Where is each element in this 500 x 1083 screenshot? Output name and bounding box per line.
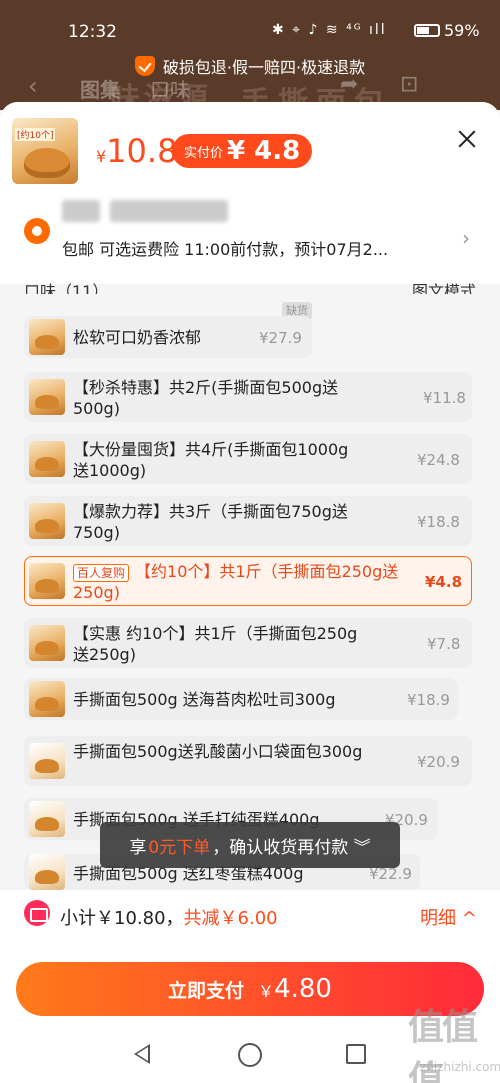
discount-amount: 共减￥6.00 — [183, 908, 278, 929]
battery-icon — [414, 24, 440, 37]
option-item[interactable]: 松软可口奶香浓郁 ¥27.9 — [24, 316, 312, 358]
option-thumbnail — [29, 563, 65, 599]
option-item[interactable]: 手撕面包500g 送海苔肉松吐司300g ¥18.9 — [24, 678, 458, 720]
real-price-value: ¥ 4.8 — [227, 136, 301, 166]
nav-recent-apps-icon[interactable] — [346, 1044, 366, 1064]
option-title: 【爆款力荐】共3斤（手撕面包750g送750g) — [73, 502, 348, 542]
toast-suffix: ，确认收货再付款 ︾ — [212, 837, 371, 858]
option-item[interactable]: 【实惠 约10个】共1斤（手撕面包250g送250g) ¥7.8 — [24, 618, 472, 668]
price-value: 10.8 — [106, 132, 178, 170]
address-blur-name — [62, 200, 100, 222]
subtotal-text: 小计￥10.80，共减￥6.00 — [60, 904, 278, 930]
option-thumbnail — [29, 743, 65, 779]
option-thumbnail — [29, 854, 65, 890]
pay-button-label: 立即支付 — [168, 979, 245, 1002]
real-price-badge: 实付价 ¥ 4.8 — [172, 134, 313, 168]
toast-prefix: 享 — [129, 837, 147, 858]
option-price: ¥4.8 — [425, 573, 463, 591]
option-thumbnail — [29, 379, 65, 415]
option-thumbnail — [29, 503, 65, 539]
option-price: ¥11.8 — [423, 389, 466, 407]
status-time: 12:32 — [68, 22, 117, 42]
flavor-count-label: 口味（11） — [24, 282, 109, 294]
nav-home-icon[interactable] — [238, 1043, 262, 1067]
battery-percent: 59% — [444, 21, 480, 40]
battery-indicator: 59% — [414, 21, 480, 40]
option-item-selected[interactable]: 百人复购 【约10个】共1斤（手撕面包250g送250g) ¥4.8 — [24, 556, 472, 606]
option-thumbnail — [29, 441, 65, 477]
repurchase-badge: 百人复购 — [73, 564, 130, 582]
address-blur-detail — [110, 200, 228, 222]
guarantee-banner: 破损包退·假一赔四·极速退款 — [0, 52, 500, 80]
option-price: ¥27.9 — [259, 329, 302, 347]
view-mode-toggle[interactable]: 图文模式 — [412, 278, 476, 294]
option-price: ¥24.8 — [417, 451, 460, 469]
status-bar: 12:32 ✱ ⌖ ♪ ≋ ⁴ᴳ ıll 59% — [0, 0, 500, 46]
option-thumbnail — [29, 681, 65, 717]
flavor-section-header: 口味（11） 图文模式 — [24, 278, 476, 294]
site-watermark: 值值值 zhizhizhi.com — [396, 998, 500, 1083]
option-title: 【大份量囤货】共4斤(手撕面包1000g送1000g) — [73, 440, 349, 480]
close-icon[interactable] — [452, 126, 482, 156]
option-item[interactable]: 手撕面包500g送乳酸菌小口袋面包300g ¥20.9 — [24, 736, 472, 786]
product-price: ¥10.8 — [96, 132, 177, 170]
pay-amount-value: 4.80 — [274, 974, 332, 1004]
product-thumbnail[interactable]: [约10个] — [12, 118, 78, 184]
option-price: ¥18.8 — [417, 513, 460, 531]
option-item[interactable]: 【爆款力荐】共3斤（手撕面包750g送750g) ¥18.8 — [24, 496, 472, 546]
guarantee-text: 破损包退·假一赔四·极速退款 — [162, 58, 366, 77]
chevron-right-icon[interactable]: › — [462, 226, 470, 250]
option-thumbnail — [29, 625, 65, 661]
option-thumbnail — [29, 801, 65, 837]
option-title: 【实惠 约10个】共1斤（手撕面包250g送250g) — [73, 624, 358, 664]
option-price: ¥20.9 — [417, 753, 460, 771]
option-title: 手撕面包500g 送海苔肉松吐司300g — [73, 690, 336, 709]
price-currency: ¥ — [96, 147, 107, 166]
shield-icon — [134, 56, 155, 76]
nav-back-icon[interactable] — [134, 1044, 150, 1064]
bread-image — [24, 148, 70, 178]
sheet-header: [约10个] ¥10.8 实付价 ¥ 4.8 包邮 可选运费险 11:00前付款… — [0, 102, 500, 284]
sku-selection-sheet: [约10个] ¥10.8 实付价 ¥ 4.8 包邮 可选运费险 11:00前付款… — [0, 102, 500, 1030]
price-detail-link[interactable]: 明细 ^ — [420, 904, 477, 930]
coupon-icon — [24, 900, 50, 926]
option-title: 【秒杀特惠】共2斤(手撕面包500g送500g) — [73, 378, 339, 418]
subtotal-amount: 小计￥10.80， — [60, 908, 184, 929]
pay-button-amount: ￥4.80 — [258, 974, 332, 1004]
option-title: 松软可口奶香浓郁 — [73, 328, 202, 347]
location-pin-icon — [24, 218, 50, 244]
option-item[interactable]: 【大份量囤货】共4斤(手撕面包1000g送1000g) ¥24.8 — [24, 434, 472, 484]
thumbnail-tag: [约10个] — [15, 128, 56, 141]
option-item[interactable]: 【秒杀特惠】共2斤(手撕面包500g送500g) ¥11.8 — [24, 372, 472, 422]
pay-later-toast[interactable]: 享 0元下单 ，确认收货再付款 ︾ — [100, 822, 400, 868]
option-title: 百人复购 【约10个】共1斤（手撕面包250g送250g) — [73, 561, 403, 603]
real-price-label: 实付价 — [184, 145, 224, 161]
status-icons: ✱ ⌖ ♪ ≋ ⁴ᴳ ıll — [272, 22, 387, 38]
option-title: 手撕面包500g送乳酸菌小口袋面包300g — [73, 742, 363, 761]
option-price: ¥7.8 — [427, 635, 461, 653]
toast-highlight: 0元下单 — [148, 837, 211, 858]
battery-level — [417, 27, 429, 34]
option-thumbnail — [29, 319, 65, 355]
pay-currency: ￥ — [258, 982, 275, 1001]
shipping-info[interactable]: 包邮 可选运费险 11:00前付款，预计07月2... — [62, 236, 450, 260]
watermark-url: zhizhizhi.com — [420, 1060, 500, 1074]
address-redacted — [62, 200, 228, 222]
option-price: ¥18.9 — [407, 691, 450, 709]
